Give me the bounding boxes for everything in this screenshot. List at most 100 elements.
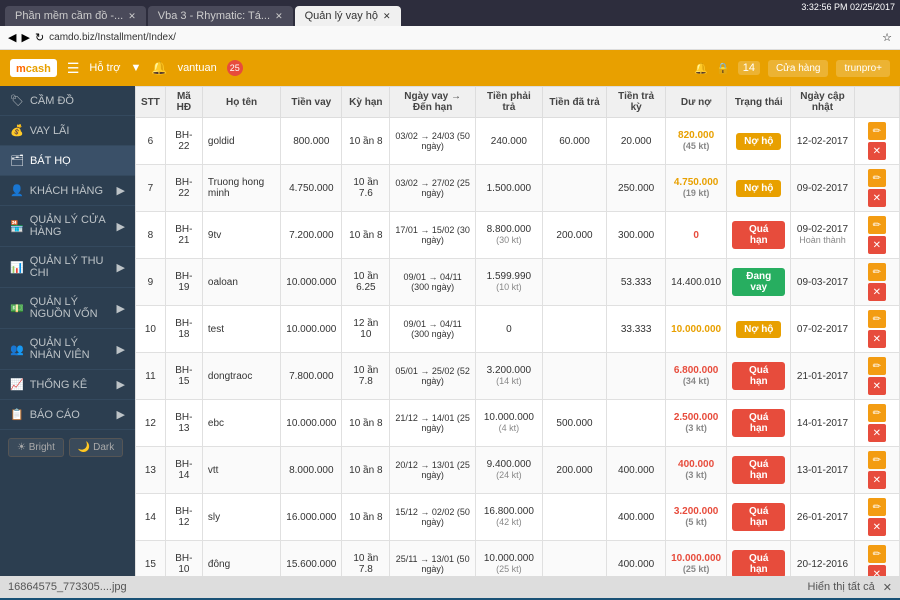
delete-btn[interactable]: ✕ [868,142,886,160]
user-link[interactable]: vantuan [178,62,217,74]
status-btn[interactable]: Quá hạn [732,550,785,576]
table-row: 11 BH-15 dongtraoc 7.800.000 10 ần 7.8 0… [136,353,900,400]
sidebar-item-khach-hang[interactable]: 👤 KHÁCH HÀNG ▶ [0,176,135,206]
delete-btn[interactable]: ✕ [868,377,886,395]
top-nav: mcash ☰ Hỗ trợ ▼ 🔔 vantuan 25 🔔 🔒 14 Cửa… [0,50,900,86]
cell-ngay-cap-nhat: 09-02-2017 [791,165,854,212]
cell-ngay-cap-nhat: 07-02-2017 [791,306,854,353]
cell-tien-phai-tra: 16.800.000(42 kt) [475,494,542,541]
sidebar-item-bat-ho[interactable]: 🗂 BÁT HỌ [0,146,135,176]
forward-btn[interactable]: ▶ [21,31,29,44]
cell-tien-da-tra [542,306,606,353]
sidebar-item-quan-ly-cua-hang[interactable]: 🏪 QUẢN LÝ CỬA HÀNG ▶ [0,206,135,247]
status-btn[interactable]: Nợ hộ [736,133,781,150]
cua-hang-btn[interactable]: Cửa hàng [768,60,829,77]
tab-1[interactable]: Phần mềm cầm đồ -... ✕ [5,6,146,26]
sidebar-item-thong-ke[interactable]: 📈 THỐNG KÊ ▶ [0,370,135,400]
edit-btn[interactable]: ✏ [868,216,886,234]
show-all-btn[interactable]: Hiển thị tất cả [808,581,875,593]
col-tien-vay: Tiền vay [281,87,342,118]
sidebar-item-bao-cao[interactable]: 📋 BÁO CÁO ▶ [0,400,135,430]
sidebar-item-quan-ly-thu-chi[interactable]: 📊 QUẢN LÝ THU CHI ▶ [0,247,135,288]
tab-3[interactable]: Quản lý vay hộ ✕ [295,6,401,26]
cell-tien-da-tra [542,259,606,306]
cell-ky-han: 10 ần 8 [342,494,390,541]
status-close[interactable]: ✕ [883,581,892,594]
table-row: 14 BH-12 sly 16.000.000 10 ần 8 15/12 → … [136,494,900,541]
cell-ma-hd: BH-22 [165,165,202,212]
delete-btn[interactable]: ✕ [868,189,886,207]
sidebar-item-nguon-von[interactable]: 💵 QUẢN LÝ NGUỒN VỐN ▶ [0,288,135,329]
edit-btn[interactable]: ✏ [868,545,886,563]
col-stt: STT [136,87,166,118]
cell-tien-vay: 4.750.000 [281,165,342,212]
bell-icon[interactable]: 🔔 [151,60,167,76]
table-row: 7 BH-22 Truong hong minh 4.750.000 10 ần… [136,165,900,212]
back-btn[interactable]: ◀ [8,31,16,44]
edit-btn[interactable]: ✏ [868,169,886,187]
delete-btn[interactable]: ✕ [868,236,886,254]
edit-btn[interactable]: ✏ [868,122,886,140]
dark-btn[interactable]: 🌙 Dark [69,438,123,457]
cell-tien-phai-tra: 10.000.000(25 kt) [475,541,542,577]
sidebar-item-vay-lai[interactable]: 💰 VAY LÃI [0,116,135,146]
status-btn[interactable]: Quá hạn [732,409,785,437]
cell-stt: 9 [136,259,166,306]
col-tien-phai-tra: Tiền phải trả [475,87,542,118]
table-wrapper[interactable]: STT Mã HĐ Họ tên Tiền vay Kỳ hạn Ngày va… [135,86,900,576]
tab-2[interactable]: Vba 3 - Rhymatic: Tá... ✕ [148,6,293,26]
edit-btn[interactable]: ✏ [868,404,886,422]
delete-btn[interactable]: ✕ [868,565,886,576]
cell-tien-tra-ky: 400.000 [607,447,666,494]
status-btn[interactable]: Quá hạn [732,221,785,249]
bookmark-icon[interactable]: ☆ [882,31,892,44]
cell-trang-thai: Quá hạn [727,494,791,541]
edit-btn[interactable]: ✏ [868,263,886,281]
status-bar: 16864575_773305....jpg Hiển thị tất cả ✕ [0,576,900,598]
status-btn[interactable]: Quá hạn [732,456,785,484]
delete-btn[interactable]: ✕ [868,330,886,348]
user-btn[interactable]: trunpro+ [836,60,890,77]
cell-du-no: 10.000.000 [666,306,727,353]
edit-btn[interactable]: ✏ [868,498,886,516]
bright-btn[interactable]: ☀ Bright [8,438,64,457]
cell-tien-vay: 16.000.000 [281,494,342,541]
cell-tien-tra-ky: 250.000 [607,165,666,212]
cell-ngay-cap-nhat: 14-01-2017 [791,400,854,447]
sidebar-item-cam-do[interactable]: 🏷 CẦM ĐỒ [0,86,135,116]
cell-tien-vay: 10.000.000 [281,306,342,353]
status-btn[interactable]: Nợ hộ [736,321,781,338]
status-btn[interactable]: Quá hạn [732,362,785,390]
status-btn[interactable]: Đang vay [732,268,785,296]
status-btn[interactable]: Nợ hộ [736,180,781,197]
menu-icon[interactable]: ☰ [67,60,80,77]
cell-ho-ten: oaloan [202,259,280,306]
refresh-btn[interactable]: ↻ [35,31,44,44]
sidebar-item-nhan-vien[interactable]: 👥 QUẢN LÝ NHÂN VIÊN ▶ [0,329,135,370]
status-btn[interactable]: Quá hạn [732,503,785,531]
delete-btn[interactable]: ✕ [868,471,886,489]
edit-btn[interactable]: ✏ [868,357,886,375]
cell-tien-vay: 10.000.000 [281,259,342,306]
cell-ky-han: 10 ần 8 [342,447,390,494]
edit-btn[interactable]: ✏ [868,451,886,469]
cell-tien-tra-ky: 300.000 [607,212,666,259]
cell-tien-da-tra: 60.000 [542,118,606,165]
cell-ngay-cap-nhat: 09-02-2017Hoàn thành [791,212,854,259]
cell-tien-tra-ky: 400.000 [607,494,666,541]
delete-btn[interactable]: ✕ [868,283,886,301]
col-ngay-vay: Ngày vay → Đến hạn [390,87,476,118]
edit-btn[interactable]: ✏ [868,310,886,328]
table-header-row: STT Mã HĐ Họ tên Tiền vay Kỳ hạn Ngày va… [136,87,900,118]
icon-bell[interactable]: 🔔 [694,62,708,75]
cell-stt: 10 [136,306,166,353]
cell-ho-ten: Truong hong minh [202,165,280,212]
cell-ngay-vay: 09/01 → 04/11 (300 ngày) [390,259,476,306]
delete-btn[interactable]: ✕ [868,518,886,536]
delete-btn[interactable]: ✕ [868,424,886,442]
icon-lock[interactable]: 🔒 [716,62,730,75]
cell-ngay-vay: 09/01 → 04/11 (300 ngày) [390,306,476,353]
help-link[interactable]: Hỗ trợ [89,62,120,74]
url-input[interactable]: camdo.biz/Installment/Index/ [49,32,877,43]
sidebar: 🏷 CẦM ĐỒ 💰 VAY LÃI 🗂 BÁT HỌ 👤 KHÁCH HÀNG… [0,86,135,576]
